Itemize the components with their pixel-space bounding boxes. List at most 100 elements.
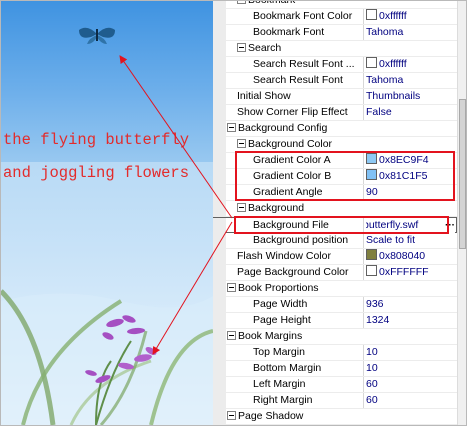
value-text: Tahoma (366, 74, 404, 86)
row-label: Bookmark (248, 1, 295, 6)
property-value[interactable]: Tahoma (366, 73, 457, 88)
property-value[interactable]: 10 (366, 345, 457, 360)
row-label: Page Height (253, 314, 311, 326)
grid-property-row[interactable]: Bottom Margin 10 (213, 361, 457, 377)
property-value[interactable]: 936 (366, 297, 457, 312)
collapse-toggle-icon[interactable] (237, 139, 246, 148)
collapse-toggle-icon[interactable] (227, 411, 236, 420)
property-value[interactable]: 0x808040 (366, 249, 457, 264)
column-divider[interactable] (363, 297, 364, 312)
row-label: Background Color (248, 138, 333, 150)
grid-property-row[interactable]: Left Margin 60 (213, 377, 457, 393)
highlight-gradient-settings (235, 151, 455, 201)
property-value[interactable]: Scale to fit (366, 233, 457, 248)
property-name: Search Result Font ... (253, 57, 361, 72)
grid-property-row[interactable]: Search Result Font Tahoma (213, 73, 457, 89)
property-value[interactable]: 10 (366, 361, 457, 376)
grid-category-row[interactable]: Background Config (213, 121, 457, 137)
category-label: Background Color (237, 137, 361, 152)
property-name: Left Margin (253, 377, 361, 392)
value-text: Thumbnails (366, 90, 421, 102)
grid-category-row[interactable]: Background (213, 201, 457, 217)
value-text: 10 (366, 346, 378, 358)
category-label: Background Config (227, 121, 361, 136)
row-gutter (213, 89, 226, 104)
column-divider[interactable] (363, 73, 364, 88)
collapse-toggle-icon[interactable] (237, 203, 246, 212)
column-divider[interactable] (363, 57, 364, 72)
collapse-toggle-icon[interactable] (227, 331, 236, 340)
property-value[interactable]: 1324 (366, 313, 457, 328)
grid-category-row[interactable]: Page Shadow (213, 409, 457, 425)
row-label: Top Margin (253, 346, 305, 358)
column-divider[interactable] (363, 249, 364, 264)
grid-category-row[interactable]: Book Proportions (213, 281, 457, 297)
row-label: Background Config (238, 122, 328, 134)
property-value[interactable]: 0xffffff (366, 9, 457, 24)
column-divider[interactable] (363, 89, 364, 104)
grid-property-row[interactable]: Search Result Font ... 0xffffff (213, 57, 457, 73)
column-divider[interactable] (363, 345, 364, 360)
category-label: Background (237, 201, 361, 216)
collapse-toggle-icon[interactable] (237, 43, 246, 52)
property-grid[interactable]: BookmarkBookmark Font Color0xffffffBookm… (213, 1, 457, 425)
property-name: Page Background Color (237, 265, 361, 280)
grid-property-row[interactable]: Top Margin 10 (213, 345, 457, 361)
category-label: Book Margins (227, 329, 361, 344)
property-value[interactable]: Tahoma (366, 25, 457, 40)
column-divider[interactable] (363, 105, 364, 120)
column-divider[interactable] (363, 9, 364, 24)
row-gutter (213, 249, 226, 264)
collapse-toggle-icon[interactable] (227, 283, 236, 292)
property-grid-scrollbar[interactable] (457, 1, 466, 425)
column-divider[interactable] (363, 393, 364, 408)
grid-property-row[interactable]: Right Margin 60 (213, 393, 457, 409)
value-text: Scale to fit (366, 234, 416, 246)
row-label: Bookmark Font Color (253, 10, 353, 22)
grid-property-row[interactable]: Page Height 1324 (213, 313, 457, 329)
grid-property-row[interactable]: Flash Window Color 0x808040 (213, 249, 457, 265)
value-text: 60 (366, 394, 378, 406)
grid-category-row[interactable]: Search (213, 41, 457, 57)
row-label: Book Proportions (238, 282, 319, 294)
value-text: 1324 (366, 314, 390, 326)
grid-category-row[interactable]: Bookmark (213, 1, 457, 9)
property-name: Right Margin (253, 393, 361, 408)
column-divider[interactable] (363, 25, 364, 40)
value-text: 0xffffff (379, 58, 407, 70)
property-value[interactable]: Thumbnails (366, 89, 457, 104)
row-gutter (213, 313, 226, 328)
column-divider[interactable] (363, 361, 364, 376)
property-value[interactable]: 0xFFFFFF (366, 265, 457, 280)
property-value[interactable]: 60 (366, 377, 457, 392)
column-divider[interactable] (363, 265, 364, 280)
color-swatch (366, 57, 377, 68)
row-label: Page Shadow (238, 410, 304, 422)
grid-property-row[interactable]: Bookmark Font Tahoma (213, 25, 457, 41)
property-name: Bookmark Font Color (253, 9, 361, 24)
category-label: Bookmark (237, 1, 361, 8)
grid-property-row[interactable]: Page Width 936 (213, 297, 457, 313)
property-value[interactable]: 60 (366, 393, 457, 408)
column-divider[interactable] (363, 377, 364, 392)
grid-property-row[interactable]: Page Background Color 0xFFFFFF (213, 265, 457, 281)
collapse-toggle-icon[interactable] (227, 123, 236, 132)
category-label: Page Shadow (227, 409, 361, 424)
grid-property-row[interactable]: Show Corner Flip Effect False (213, 105, 457, 121)
category-label: Search (237, 41, 361, 56)
grid-property-row[interactable]: Initial Show Thumbnails (213, 89, 457, 105)
property-value[interactable]: False (366, 105, 457, 120)
column-divider[interactable] (363, 233, 364, 248)
scrollbar-thumb[interactable] (459, 99, 466, 249)
property-name: Flash Window Color (237, 249, 361, 264)
row-label: Book Margins (238, 330, 303, 342)
row-gutter (213, 377, 226, 392)
value-text: 0x808040 (379, 250, 426, 262)
grid-property-row[interactable]: Background position Scale to fit (213, 233, 457, 249)
property-value[interactable]: 0xffffff (366, 57, 457, 72)
grid-category-row[interactable]: Book Margins (213, 329, 457, 345)
collapse-toggle-icon[interactable] (237, 1, 246, 4)
property-name: Page Height (253, 313, 361, 328)
grid-property-row[interactable]: Bookmark Font Color 0xffffff (213, 9, 457, 25)
column-divider[interactable] (363, 313, 364, 328)
